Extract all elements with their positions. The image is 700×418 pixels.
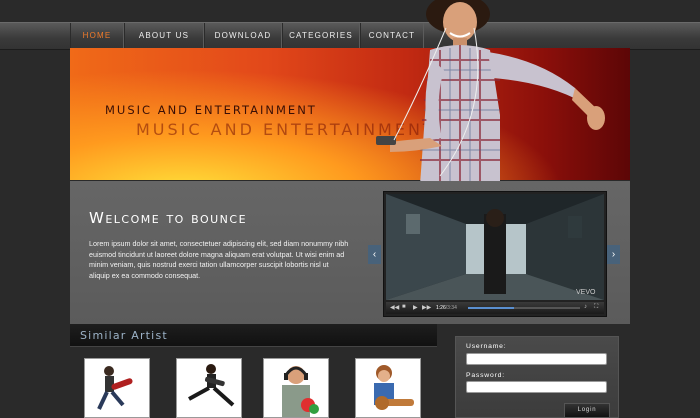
- video-player[interactable]: VEVO ◀◀ ■ ▶ ▶▶ 1:26/3:34 ♪ ⛶: [383, 191, 607, 317]
- username-field[interactable]: [466, 353, 607, 365]
- time-total: 3:34: [447, 305, 457, 311]
- headphones-dj-icon: [282, 366, 319, 417]
- nav-download[interactable]: DOWNLOAD: [204, 23, 282, 49]
- welcome-body-text: Lorem ipsum dolor sit amet, consectetuer…: [89, 239, 349, 280]
- rewind-icon[interactable]: ◀◀: [390, 304, 399, 311]
- stop-icon[interactable]: ■: [402, 304, 406, 310]
- play-icon[interactable]: ▶: [413, 304, 418, 311]
- guitarist-leap-icon: [188, 364, 235, 407]
- guitarist-jump-icon: [97, 366, 133, 410]
- password-label: Password:: [466, 372, 505, 379]
- artist-thumb-4[interactable]: [355, 358, 421, 418]
- chevron-left-icon[interactable]: ‹: [368, 245, 381, 264]
- nav-home[interactable]: HOME: [70, 23, 124, 49]
- boy-guitar-icon: [374, 365, 414, 410]
- time-current: 1:26: [436, 305, 446, 311]
- welcome-panel: Welcome to bounce Lorem ipsum dolor sit …: [70, 181, 630, 324]
- progress-track[interactable]: [468, 307, 580, 309]
- progress-fill: [468, 307, 514, 309]
- artist-thumb-2[interactable]: [176, 358, 242, 418]
- chevron-right-icon[interactable]: ›: [607, 245, 620, 264]
- video-screen[interactable]: VEVO: [386, 194, 604, 300]
- artist-thumb-1[interactable]: [84, 358, 150, 418]
- login-panel: Username: Password: Login: [455, 336, 619, 418]
- video-watermark: VEVO: [576, 289, 596, 296]
- welcome-title: Welcome to bounce: [89, 209, 248, 227]
- forward-icon[interactable]: ▶▶: [422, 304, 431, 311]
- fullscreen-icon[interactable]: ⛶: [594, 304, 598, 311]
- similar-artist-header: Similar Artist: [70, 324, 437, 347]
- password-field[interactable]: [466, 381, 607, 393]
- username-label: Username:: [466, 343, 507, 350]
- volume-icon[interactable]: ♪: [584, 304, 587, 310]
- video-time: 1:26/3:34: [436, 305, 457, 311]
- similar-artist-title: Similar Artist: [80, 329, 168, 342]
- artist-thumb-3[interactable]: [263, 358, 329, 418]
- video-frame-image: VEVO: [386, 194, 604, 300]
- nav-categories[interactable]: CATEGORIES: [282, 23, 360, 49]
- video-controls: ◀◀ ■ ▶ ▶▶ 1:26/3:34 ♪ ⛶: [386, 302, 604, 314]
- dancing-man-illustration: [376, 0, 605, 185]
- nav-about-us[interactable]: ABOUT US: [124, 23, 204, 49]
- hero-title: MUSIC AND ENTERTAINMENT: [105, 103, 317, 117]
